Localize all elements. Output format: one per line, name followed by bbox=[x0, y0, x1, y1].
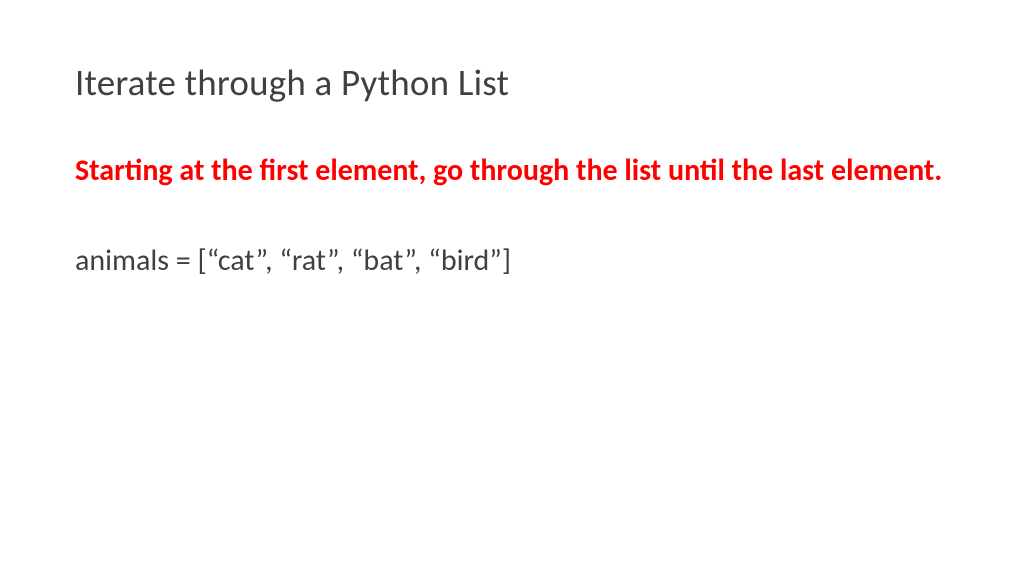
slide-description: Starting at the first element, go throug… bbox=[75, 151, 949, 190]
slide-title: Iterate through a Python List bbox=[75, 60, 949, 105]
code-example: animals = [“cat”, “rat”, “bat”, “bird”] bbox=[75, 242, 949, 279]
